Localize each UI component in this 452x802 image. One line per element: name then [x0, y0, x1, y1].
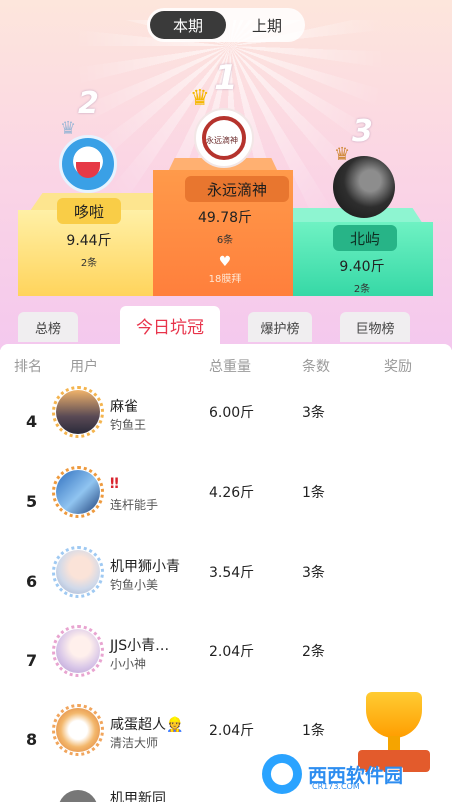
column-reward: 奖励	[384, 359, 412, 375]
row-count: 1条	[302, 723, 325, 739]
row-user-title: 清洁大师	[110, 736, 159, 750]
row-weight: 4.26斤	[209, 485, 255, 501]
row-rank: 8	[26, 730, 38, 749]
row-user-title: 连杆能手	[110, 498, 159, 512]
crown-silver-icon: ♛	[60, 118, 77, 139]
row-weight: 3.54斤	[209, 565, 255, 581]
leaderboard-hero: 本期 上期 2 1 3 ♛ ♛ ♛ 永远滴神 哆啦 永远滴神 北屿 9.44斤 …	[0, 0, 452, 350]
avatar[interactable]	[56, 390, 100, 434]
row-user-title: 钓鱼王	[110, 418, 147, 432]
worship-like-button[interactable]: ♥ 18膜拜	[200, 254, 250, 285]
row-username: ‼	[110, 476, 119, 492]
podium-third-weight: 9.40斤	[339, 259, 385, 275]
crown-gold-icon: ♛	[190, 86, 210, 111]
avatar-first-text: 永远滴神	[206, 136, 238, 145]
ranking-tabs: 总榜 今日坑冠 爆护榜 巨物榜	[0, 306, 452, 346]
row-rank: 7	[26, 651, 38, 670]
avatar-first[interactable]: 永远滴神	[194, 108, 254, 168]
podium-first-count: 6条	[216, 235, 234, 246]
tab-explosive[interactable]: 爆护榜	[248, 312, 312, 342]
avatar-second[interactable]	[59, 135, 117, 193]
podium-first-stats: 49.78斤 6条	[190, 207, 260, 246]
avatar-third[interactable]	[333, 156, 395, 218]
row-rank: 4	[26, 412, 38, 431]
row-username: 机甲新同	[110, 791, 166, 802]
podium-third-name: 北屿	[333, 225, 397, 251]
avatar[interactable]	[56, 629, 100, 673]
avatar[interactable]	[56, 708, 100, 752]
row-count: 1条	[302, 485, 325, 501]
like-count: 18膜拜	[208, 274, 242, 285]
watermark-logo-icon	[262, 754, 302, 794]
current-period-button[interactable]: 本期	[150, 11, 226, 39]
row-weight: 2.04斤	[209, 723, 255, 739]
row-count: 3条	[302, 565, 325, 581]
period-toggle: 本期 上期	[147, 8, 305, 42]
rank-number-first: 1	[214, 58, 238, 98]
watermark-domain: CR173.COM	[312, 782, 360, 791]
podium-second-stats: 9.44斤 2条	[54, 230, 124, 269]
podium-first-name: 永远滴神	[185, 176, 289, 202]
column-rank: 排名	[14, 359, 42, 375]
watermark: 西西软件园 CR173.COM	[262, 752, 432, 796]
rank-number-third: 3	[352, 114, 373, 149]
row-rank: 6	[26, 572, 38, 591]
avatar[interactable]	[56, 470, 100, 514]
row-count: 2条	[302, 644, 325, 660]
tab-overall[interactable]: 总榜	[18, 312, 78, 342]
column-user: 用户	[70, 359, 98, 375]
podium-second-name: 哆啦	[57, 198, 121, 224]
row-weight: 2.04斤	[209, 644, 255, 660]
row-username: JJS小青…	[110, 638, 170, 654]
podium-third-stats: 9.40斤 2条	[327, 256, 397, 295]
rank-number-second: 2	[78, 86, 99, 121]
tab-today-champion[interactable]: 今日坑冠	[120, 306, 220, 344]
previous-period-button[interactable]: 上期	[229, 11, 305, 39]
row-username: 麻雀	[110, 399, 138, 415]
column-weight: 总重量	[209, 359, 251, 375]
row-weight: 6.00斤	[209, 405, 255, 421]
row-count: 3条	[302, 405, 325, 421]
podium-first-weight: 49.78斤	[197, 210, 253, 226]
tab-giant-fish[interactable]: 巨物榜	[340, 312, 410, 342]
row-user-title: 小小神	[110, 657, 147, 671]
row-rank: 5	[26, 492, 38, 511]
podium-third-count: 2条	[353, 284, 371, 295]
row-username: 机甲狮小青	[110, 559, 180, 575]
podium-second-weight: 9.44斤	[66, 233, 112, 249]
heart-icon: ♥	[218, 254, 232, 270]
column-count: 条数	[302, 359, 330, 375]
podium-second-count: 2条	[80, 258, 98, 269]
row-username: 咸蛋超人👷	[110, 717, 184, 733]
row-user-title: 钓鱼小美	[110, 578, 159, 592]
avatar[interactable]	[58, 790, 98, 802]
avatar[interactable]	[56, 550, 100, 594]
